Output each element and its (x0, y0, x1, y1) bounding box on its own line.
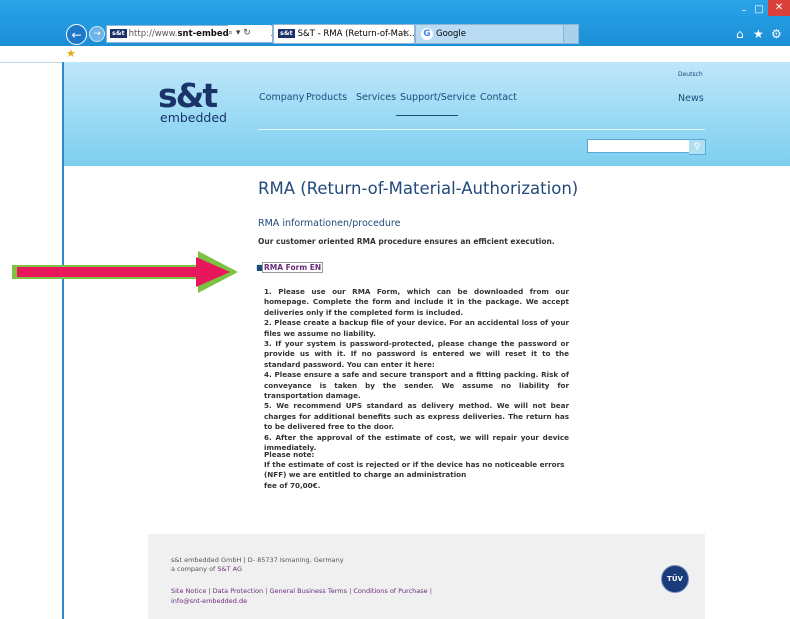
site-logo-subtitle: embedded (160, 110, 227, 125)
nav-news[interactable]: News (678, 93, 704, 104)
site-icon: s&t (278, 29, 295, 38)
search-input[interactable] (587, 139, 690, 153)
nav-company[interactable]: Company (259, 92, 304, 103)
google-icon: G (421, 27, 433, 40)
window-close-button[interactable]: ✕ (768, 0, 790, 16)
parent-company-link[interactable]: S&T AG (217, 565, 242, 573)
arrow-right-icon: → (93, 29, 101, 39)
search-icon: ⚲ (693, 142, 701, 152)
page-title: RMA (Return-of-Material-Authorization) (258, 179, 579, 198)
address-controls[interactable]: ⌕ ▾ ↻ (228, 25, 271, 41)
footer-email-link[interactable]: info@snt-embedded.de (171, 597, 247, 605)
step-4: 4. Please ensure a safe and secure trans… (264, 370, 569, 401)
search-button[interactable]: ⚲ (689, 139, 706, 155)
footer-links: Site Notice | Data Protection | General … (171, 587, 432, 595)
footer-parent: a company of S&T AG (171, 565, 243, 573)
arrow-left-icon: ← (71, 27, 82, 42)
home-icon[interactable]: ⌂ (736, 27, 744, 41)
add-favorite-icon[interactable]: ★ (66, 47, 76, 60)
arrow-annotation-icon (12, 251, 238, 293)
rma-form-link[interactable]: RMA Form EN (262, 262, 324, 273)
section-subtitle: RMA informationen/procedure (258, 218, 401, 229)
step-1: 1. Please use our RMA Form, which can be… (264, 287, 569, 317)
header-divider (258, 129, 705, 130)
nav-active-indicator (396, 115, 458, 116)
procedure-steps: 1. Please use our RMA Form, which can be… (264, 287, 569, 454)
tuv-certification-badge: TÜV (661, 565, 689, 593)
maximize-button[interactable]: □ (752, 4, 766, 16)
minimize-button[interactable]: – (738, 6, 750, 16)
language-switch[interactable]: Deutsch (678, 71, 703, 78)
data-protection-link[interactable]: Data Protection (213, 587, 263, 595)
business-terms-link[interactable]: General Business Terms (269, 587, 347, 595)
note-heading: Please note: (264, 450, 315, 459)
step-5: 5. We recommend UPS standard as delivery… (264, 401, 569, 432)
nav-products[interactable]: Products (306, 92, 347, 103)
nav-services[interactable]: Services (356, 92, 396, 103)
note-text: If the estimate of cost is rejected or i… (264, 460, 565, 490)
new-tab-button[interactable] (563, 24, 579, 44)
tab-google[interactable]: G Google (415, 24, 565, 44)
nav-support-service[interactable]: Support/Service (400, 92, 476, 103)
intro-text: Our customer oriented RMA procedure ensu… (258, 237, 555, 246)
site-logo[interactable]: s&t (158, 79, 218, 112)
favorites-bar (0, 46, 790, 63)
close-tab-icon[interactable]: ✕ (402, 25, 410, 43)
footer-company: s&t embedded GmbH | D- 85737 Ismaning, G… (171, 556, 344, 564)
site-footer (148, 534, 705, 619)
site-icon: s&t (110, 29, 127, 38)
forward-button[interactable]: → (89, 26, 105, 42)
tab-rma[interactable]: s&t S&T - RMA (Return-of-Mat... ✕ (273, 24, 415, 44)
search-refresh-icons: ⌕ ▾ ↻ (228, 28, 251, 38)
gear-icon[interactable]: ⚙ (771, 27, 782, 41)
back-button[interactable]: ← (66, 24, 87, 45)
step-2: 2. Please create a backup file of your d… (264, 318, 569, 338)
site-notice-link[interactable]: Site Notice (171, 587, 206, 595)
step-3: 3. If your system is password-protected,… (264, 339, 569, 369)
purchase-conditions-link[interactable]: Conditions of Purchase (353, 587, 427, 595)
nav-contact[interactable]: Contact (480, 92, 517, 103)
favorites-icon[interactable]: ★ (753, 27, 764, 41)
